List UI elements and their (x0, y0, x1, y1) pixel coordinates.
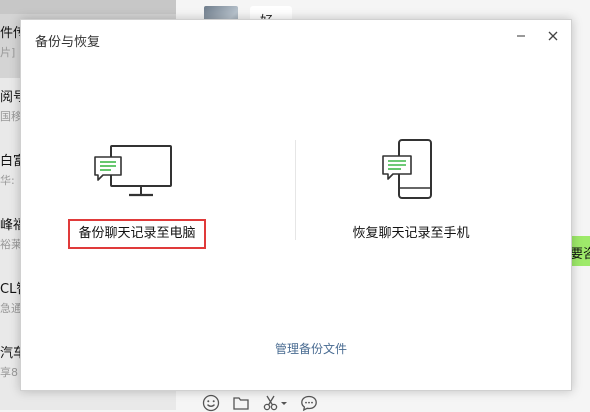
manage-backup-files-link[interactable]: 管理备份文件 (231, 340, 391, 357)
chat-bubble-icon[interactable] (300, 394, 318, 412)
close-button[interactable] (541, 24, 565, 48)
phone-chat-icon (382, 139, 432, 199)
chat-preview: 裕莱 (0, 238, 22, 251)
backup-to-pc-button[interactable]: 备份聊天记录至电脑 (68, 219, 206, 249)
chat-preview: 华: (0, 174, 15, 187)
option-divider (295, 140, 296, 240)
minimize-icon (517, 35, 525, 37)
sidebar-top-row (0, 0, 176, 14)
chat-preview: 国移 (0, 110, 22, 123)
scissors-icon[interactable] (262, 394, 280, 412)
emoji-icon[interactable] (202, 394, 220, 412)
minimize-button[interactable] (509, 24, 533, 48)
chat-preview: 急通 (0, 302, 22, 315)
folder-icon[interactable] (232, 394, 250, 412)
chat-preview: 片] (0, 46, 16, 59)
computer-chat-icon (94, 145, 172, 197)
backup-restore-dialog: 备份与恢复 备份聊天记录至电脑 恢复聊天记录至手机 管理备份文件 (20, 19, 572, 391)
chat-preview: 享8 (0, 366, 18, 379)
restore-to-phone-button[interactable]: 恢复聊天记录至手机 (341, 221, 481, 247)
chevron-down-icon[interactable] (280, 394, 288, 412)
dialog-title: 备份与恢复 (35, 35, 101, 50)
close-icon (548, 31, 558, 41)
